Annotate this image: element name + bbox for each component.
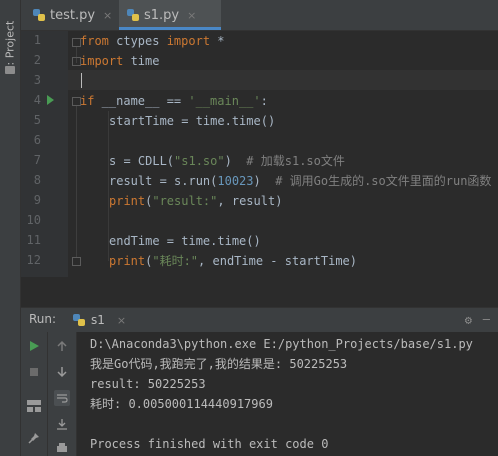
code-text: * <box>210 34 225 48</box>
code-text: result = s.run( <box>109 174 218 188</box>
code-line: print("result:", result) <box>109 191 282 211</box>
code-text: : <box>260 94 268 108</box>
line-number: 5 <box>33 113 41 127</box>
line-number: 7 <box>33 153 41 167</box>
print-icon[interactable] <box>54 440 70 456</box>
code-line: result = s.run(10023) # 调用Go生成的.so文件里面的r… <box>109 171 491 191</box>
code-line: s = CDLL("s1.so") # 加载s1.so文件 <box>109 151 345 171</box>
code-line: if __name__ == '__main__': <box>80 91 268 111</box>
run-config-tab[interactable]: s1 × <box>73 308 126 332</box>
line-number: 11 <box>26 233 41 247</box>
run-tab-label: s1 <box>91 313 105 327</box>
string-literal: "耗时:" <box>152 254 199 268</box>
code-text: ) <box>253 174 276 188</box>
fold-marker[interactable] <box>72 257 81 266</box>
code-text: time <box>123 54 160 68</box>
line-number: 6 <box>33 133 41 147</box>
tab-test-py[interactable]: test.py × <box>29 0 121 30</box>
console-line: D:\Anaconda3\python.exe E:/python_Projec… <box>90 337 473 351</box>
run-toolbar-primary <box>21 332 48 456</box>
run-toolbar-secondary <box>48 332 77 456</box>
keyword: import <box>80 54 124 68</box>
scroll-up-icon[interactable] <box>54 338 70 354</box>
line-number: 12 <box>26 253 41 267</box>
line-number: 10 <box>26 213 41 227</box>
console-line: Process finished with exit code 0 <box>90 437 329 451</box>
tab-label: test.py <box>50 7 96 23</box>
stop-icon[interactable] <box>26 364 42 380</box>
number-literal: 10023 <box>217 174 254 188</box>
pin-icon[interactable] <box>26 430 42 446</box>
tab-s1-py[interactable]: s1.py × <box>119 0 221 30</box>
project-tab-label: 1: Project <box>3 20 17 73</box>
scroll-to-end-icon[interactable] <box>54 416 70 432</box>
scroll-down-icon[interactable] <box>54 364 70 380</box>
line-number: 2 <box>33 53 41 67</box>
string-literal: '__main__' <box>188 94 261 108</box>
editor-tab-bar: test.py × s1.py × <box>21 0 498 31</box>
console-line: 耗时: 0.005000114440917969 <box>90 397 273 411</box>
fold-line <box>76 106 77 258</box>
console-line: 我是Go代码,我跑完了,我的结果是: 50225253 <box>90 357 348 371</box>
code-text: __name__ == <box>94 94 189 108</box>
string-literal: "s1.so" <box>174 154 225 168</box>
code-text: s = CDLL( <box>109 154 175 168</box>
tab-label: s1.py <box>144 7 180 23</box>
close-icon[interactable]: × <box>103 9 112 22</box>
comment: # 加载s1.so文件 <box>246 154 345 168</box>
builtin: print <box>109 194 146 208</box>
code-line: print("耗时:", endTime - startTime) <box>109 251 357 271</box>
run-label: Run: <box>29 312 57 326</box>
line-number: 8 <box>33 173 41 187</box>
keyword: from <box>80 34 109 48</box>
string-literal: "result:" <box>152 194 218 208</box>
code-text: ctypes <box>108 34 167 48</box>
python-file-icon <box>73 314 85 326</box>
soft-wrap-icon[interactable] <box>54 390 70 406</box>
text-caret <box>81 73 82 88</box>
current-line-highlight <box>68 70 498 90</box>
line-number: 4 <box>33 93 41 107</box>
close-icon[interactable]: × <box>187 9 196 22</box>
left-tool-strip: 1: Project <box>0 0 21 456</box>
layout-icon[interactable] <box>26 398 42 414</box>
gear-icon[interactable]: ⚙ <box>465 313 472 327</box>
builtin: print <box>109 254 146 268</box>
code-text: , result) <box>217 194 283 208</box>
code-line: endTime = time.time() <box>109 234 261 248</box>
code-text: ) <box>224 154 247 168</box>
keyword: if <box>80 94 95 108</box>
code-line: from ctypes import * <box>80 31 225 51</box>
rerun-icon[interactable] <box>26 338 42 354</box>
code-line: startTime = time.time() <box>109 114 276 128</box>
run-panel-header: Run: s1 × ⚙ — <box>21 307 498 333</box>
line-number: 1 <box>33 33 41 47</box>
code-text: , endTime - startTime) <box>198 254 357 268</box>
folder-icon <box>5 66 15 74</box>
console-line: result: 50225253 <box>90 377 206 391</box>
run-console[interactable]: D:\Anaconda3\python.exe E:/python_Projec… <box>77 332 498 456</box>
close-icon[interactable]: × <box>117 314 126 327</box>
keyword: import <box>166 34 211 48</box>
code-line: import time <box>80 51 159 71</box>
run-gutter-icon[interactable] <box>47 95 54 105</box>
line-number: 9 <box>33 193 41 207</box>
comment: # 调用Go生成的.so文件里面的run函数 <box>275 174 492 188</box>
python-file-icon <box>33 9 45 21</box>
python-file-icon <box>127 9 139 21</box>
hide-icon[interactable]: — <box>483 312 490 326</box>
line-number: 3 <box>33 73 41 87</box>
